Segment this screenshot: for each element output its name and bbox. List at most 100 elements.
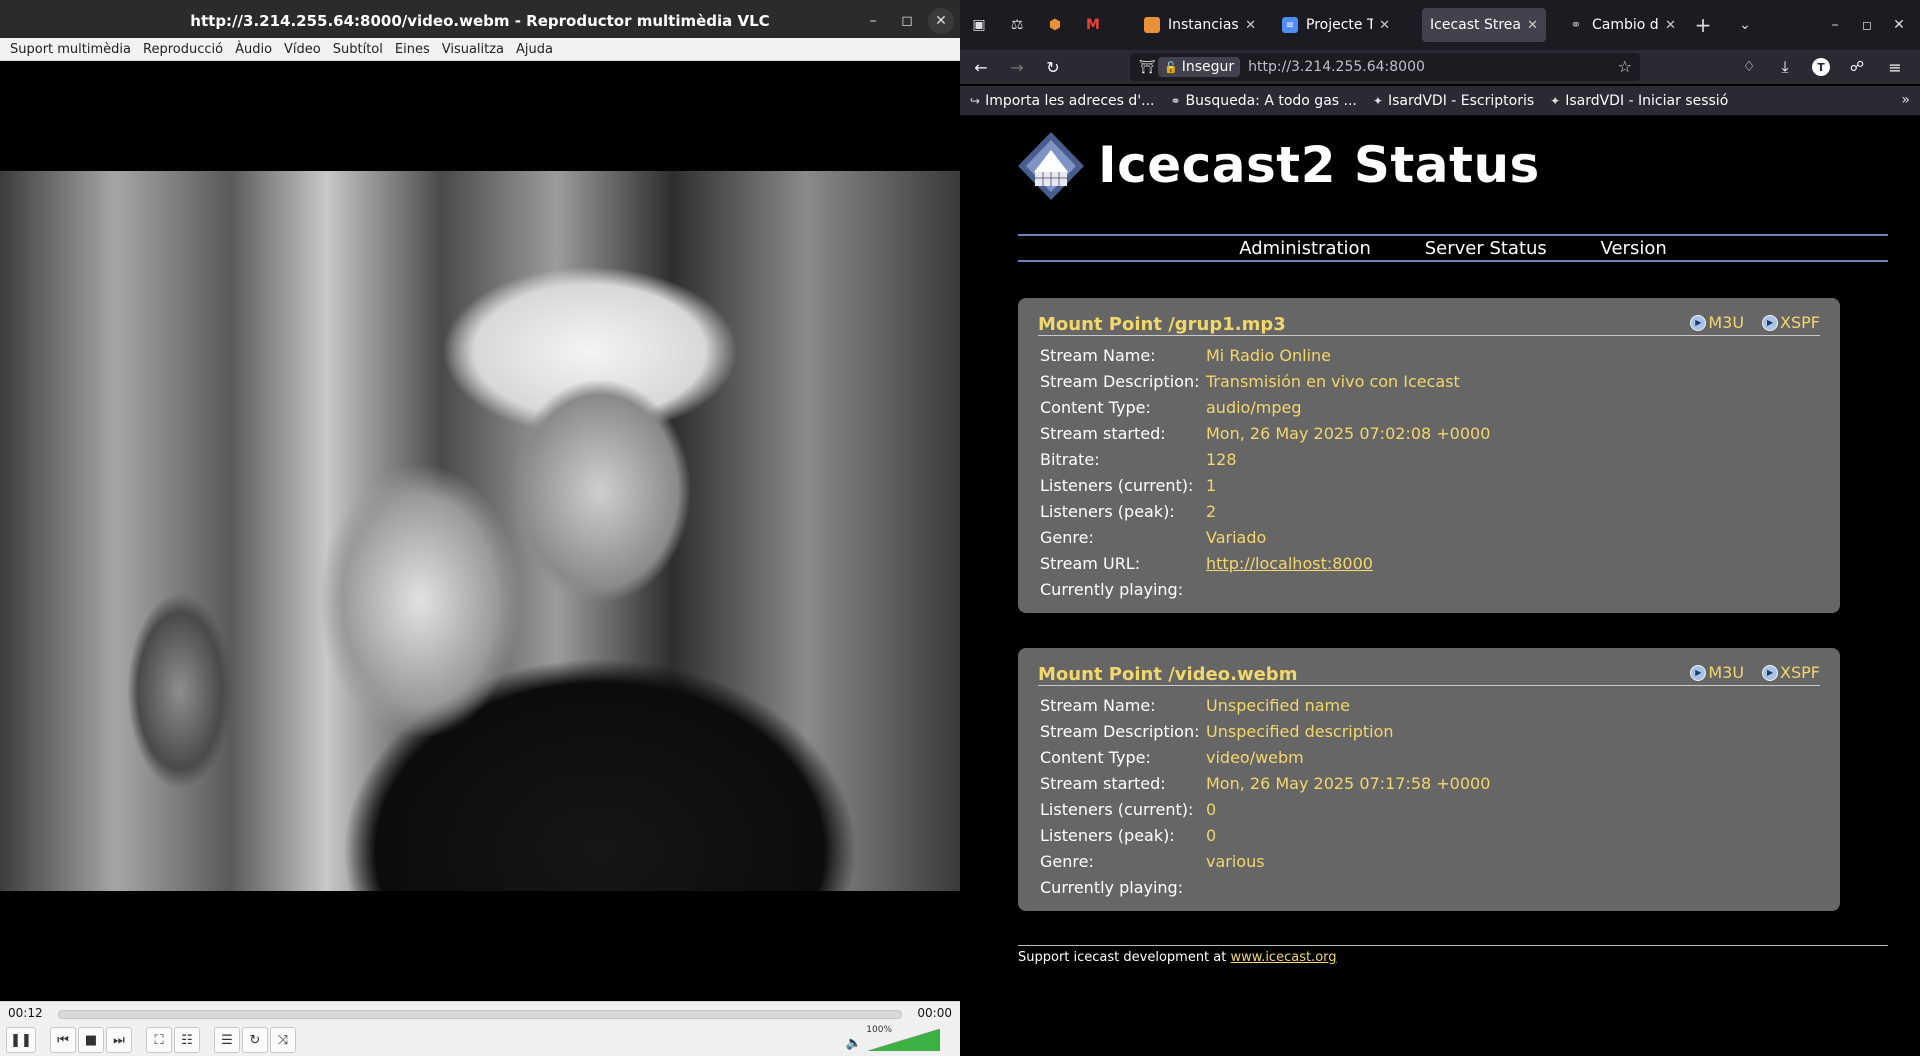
list-tabs-icon[interactable]: ⌄ [1732,12,1758,38]
tab-cambio[interactable]: ⚭ Cambio de n ✕ [1560,8,1684,42]
pinned-tab-gmail-icon[interactable]: M [1080,12,1106,38]
insecure-badge[interactable]: 🔓 Insegur [1158,57,1241,77]
row-key: Genre: [1040,527,1094,547]
chevron-right-icon[interactable]: » [1901,92,1910,108]
bookmark-isard-escriptoris[interactable]: ✦ IsardVDI - Escriptoris [1373,93,1534,109]
menu-audio[interactable]: Àudio [229,42,278,57]
m3u-link[interactable]: ▶ M3U [1690,313,1744,332]
info-row: Stream started: Mon, 26 May 2025 07:02:08… [1040,420,1490,446]
bookmark-import[interactable]: ↪ Importa les adreces d'... [970,93,1154,109]
back-icon[interactable]: ← [968,54,994,80]
vlc-window-title: http://3.214.255.64:8000/video.webm - Re… [190,12,770,30]
next-button[interactable]: ⏭ [106,1027,132,1053]
info-row: Currently playing: [1040,874,1490,900]
row-key: Listeners (peak): [1040,825,1175,845]
stream-url-link[interactable]: http://localhost:8000 [1206,554,1373,573]
loop-button[interactable]: ↻ [242,1027,268,1053]
forward-icon[interactable]: → [1004,54,1030,80]
bookmark-star-icon[interactable]: ☆ [1618,57,1632,76]
maximize-icon[interactable]: ◻ [1854,12,1880,38]
menu-help[interactable]: Ajuda [510,42,559,57]
play-icon: ▶ [1690,314,1707,331]
menu-media[interactable]: Suport multimèdia [4,42,137,57]
row-key: Stream Description: [1040,721,1200,741]
bookmark-isard-login[interactable]: ✦ IsardVDI - Iniciar sessió [1550,93,1728,109]
menu-playback[interactable]: Reproducció [137,42,229,57]
mount-panel-video: Mount Point /video.webm ▶ M3U ▶ XSPF Strea… [1018,648,1840,911]
docs-icon: ≡ [1282,17,1298,33]
maximize-icon[interactable]: ◻ [894,8,920,34]
menu-video[interactable]: Vídeo [278,42,327,57]
vlc-controls: 00:12 00:00 ❚❚ ⏮ ■ ⏭ ⛶ ☷ ☰ ↻ ⤨ 🔈 100% [0,1001,960,1056]
pocket-icon[interactable]: ♢ [1736,54,1762,80]
minimize-icon[interactable]: – [860,8,886,34]
tab-instancias[interactable]: Instancias | E ✕ [1136,8,1264,42]
previous-button[interactable]: ⏮ [50,1027,76,1053]
m3u-link[interactable]: ▶ M3U [1690,663,1744,682]
playlist-button[interactable]: ☰ [214,1027,240,1053]
vlc-menubar: Suport multimèdia Reproducció Àudio Víde… [0,38,960,61]
close-tab-icon[interactable]: ✕ [1245,18,1256,33]
row-key: Genre: [1040,851,1094,871]
icecast-org-link[interactable]: www.icecast.org [1230,950,1336,965]
url-text[interactable]: http://3.214.255.64:8000 [1248,59,1425,75]
row-key: Bitrate: [1040,449,1100,469]
menu-tools[interactable]: Eines [389,42,436,57]
close-tab-icon[interactable]: ✕ [1527,18,1538,33]
shield-icon[interactable]: ⛩ [1136,60,1158,75]
nav-server-status-link[interactable]: Server Status [1425,238,1547,259]
fullscreen-button[interactable]: ⛶ [146,1027,172,1053]
close-tab-icon[interactable]: ✕ [1379,18,1390,33]
bookmark-busqueda[interactable]: ⚭ Busqueda: A todo gas ... [1170,93,1356,109]
firefox-view-icon[interactable]: ▣ [966,12,992,38]
row-key: Content Type: [1040,747,1151,767]
extensions-icon[interactable]: ☍ [1844,54,1870,80]
tab-projecte[interactable]: ≡ Projecte Tra ✕ [1274,8,1398,42]
info-row: Stream URL: http://localhost:8000 [1040,550,1490,576]
pinned-tab-icon[interactable]: ⚖ [1004,12,1030,38]
reload-icon[interactable]: ↻ [1040,54,1066,80]
close-icon[interactable]: ✕ [928,8,954,34]
row-value: Unspecified description [1206,721,1394,741]
info-row: Currently playing: [1040,576,1490,602]
pause-button[interactable]: ❚❚ [6,1027,36,1053]
info-row: Content Type: audio/mpeg [1040,394,1490,420]
row-value: 2 [1206,501,1217,521]
downloads-icon[interactable]: ⤓ [1772,54,1798,80]
url-bar[interactable]: ⛩ 🔓 Insegur http://3.214.255.64:8000 ☆ [1130,53,1640,81]
xspf-link[interactable]: ▶ XSPF [1762,313,1820,332]
stop-button[interactable]: ■ [78,1027,104,1053]
menu-icon[interactable]: ≡ [1882,54,1908,80]
close-tab-icon[interactable]: ✕ [1665,18,1676,33]
menu-view[interactable]: Visualitza [436,42,510,57]
vlc-titlebar[interactable]: http://3.214.255.64:8000/video.webm - Re… [0,0,960,42]
seek-bar[interactable] [58,1010,902,1019]
shuffle-button[interactable]: ⤨ [270,1027,296,1053]
menu-subtitle[interactable]: Subtítol [327,42,389,57]
volume-icon[interactable]: 🔈 [846,1036,862,1051]
info-row: Listeners (current): 0 [1040,796,1490,822]
pinned-tab-aws-icon[interactable]: ⬢ [1042,12,1068,38]
xspf-link[interactable]: ▶ XSPF [1762,663,1820,682]
elapsed-time: 00:12 [8,1006,43,1020]
footer-text: Support icecast development at [1018,950,1231,965]
row-value: Variado [1206,527,1267,547]
close-icon[interactable]: ✕ [1886,12,1912,38]
row-value: video/webm [1206,747,1304,767]
new-tab-icon[interactable]: + [1690,12,1716,38]
minimize-icon[interactable]: – [1822,12,1848,38]
row-key: Listeners (current): [1040,475,1194,495]
info-row: Stream Description: Unspecified descripti… [1040,718,1490,744]
tab-icecast[interactable]: Icecast Streami ✕ [1422,8,1546,42]
extended-settings-button[interactable]: ☷ [174,1027,200,1053]
nav-administration-link[interactable]: Administration [1239,238,1371,259]
row-key: Stream started: [1040,773,1166,793]
lock-icon: 🔓 [1164,60,1178,74]
isard-icon: ✦ [1372,93,1383,108]
globe-icon: ⚭ [1570,17,1582,33]
row-value: Unspecified name [1206,695,1350,715]
video-area[interactable] [0,61,960,1001]
nav-version-link[interactable]: Version [1601,238,1667,259]
page-footer: Support icecast development at www.iceca… [1018,945,1888,965]
account-icon[interactable]: T [1808,54,1834,80]
